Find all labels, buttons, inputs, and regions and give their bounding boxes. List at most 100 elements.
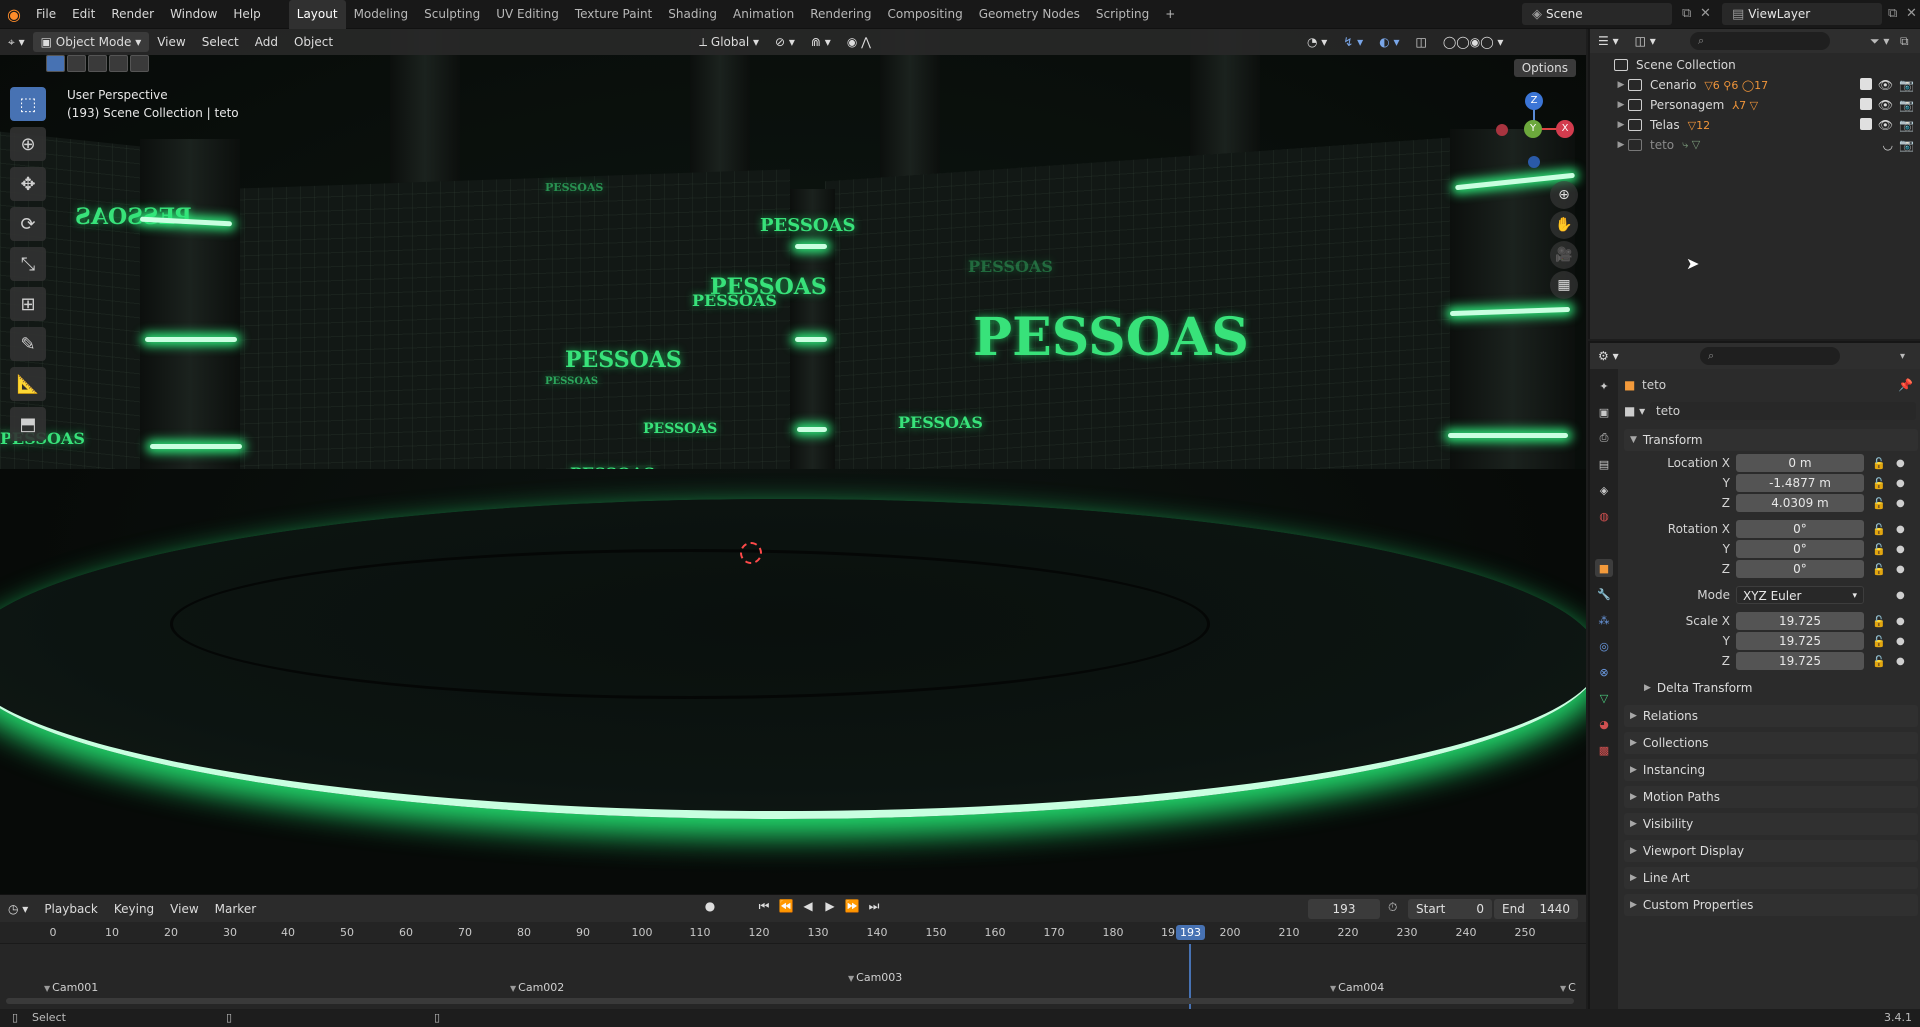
stopwatch-icon[interactable]: ⏱ — [1388, 900, 1397, 915]
3d-cursor-icon[interactable] — [740, 542, 762, 564]
motion-paths-panel-header[interactable]: ▶ Motion Paths — [1624, 786, 1918, 808]
scale-x-field[interactable]: 19.725 — [1736, 612, 1864, 630]
camera-view-icon[interactable]: 🎥 — [1550, 241, 1578, 269]
blender-logo-icon[interactable]: ◉ — [0, 0, 28, 29]
expand-arrow-icon[interactable]: ▶ — [1614, 140, 1628, 150]
visibility-icon[interactable]: ◔ ▾ — [1299, 32, 1335, 52]
menu-playback[interactable]: Playback — [36, 899, 106, 919]
axis-gizmo[interactable]: Z X Y — [1496, 92, 1574, 168]
zoom-icon[interactable]: ⊕ — [1550, 181, 1578, 209]
eye-closed-icon[interactable]: ◡ — [1883, 138, 1893, 152]
view-layer-tab-icon[interactable]: ▤ — [1595, 455, 1613, 473]
delete-scene-icon[interactable]: ✕ — [1696, 6, 1715, 21]
tab-compositing[interactable]: Compositing — [879, 0, 970, 29]
camera-icon[interactable]: 📷 — [1899, 98, 1914, 112]
axis-z-icon[interactable]: Z — [1525, 92, 1543, 110]
measure-tool-icon[interactable]: 📐 — [10, 367, 46, 401]
tab-uv-editing[interactable]: UV Editing — [488, 0, 567, 29]
jump-start-icon[interactable]: ⏮ — [754, 899, 774, 914]
keyframe-dot-icon[interactable]: ● — [1896, 656, 1905, 667]
select-new-icon[interactable] — [46, 55, 65, 72]
outliner-panel[interactable]: ☰ ▾ ◫ ▾ ⌕ ⏷ ▾ ⧉ Scene Collection ▶ Cenar… — [1588, 29, 1920, 339]
keyframe-dot-icon[interactable]: ● — [1896, 564, 1905, 575]
axis-x-icon[interactable]: X — [1556, 120, 1574, 138]
timeline-editor[interactable]: ◷ ▾ Playback Keying View Marker ● ⏮ ⏪ ◀ … — [0, 894, 1586, 1010]
menu-keying[interactable]: Keying — [106, 899, 162, 919]
camera-icon[interactable]: 📷 — [1899, 78, 1914, 92]
menu-file[interactable]: File — [28, 0, 64, 29]
outliner-search-input[interactable]: ⌕ — [1690, 32, 1830, 50]
output-tab-icon[interactable]: ⎙ — [1595, 429, 1613, 447]
tab-layout[interactable]: Layout — [288, 0, 346, 29]
options-dropdown[interactable]: Options — [1513, 59, 1576, 77]
orientation-dropdown[interactable]: ⟂ Global ▾ — [691, 32, 767, 52]
chevron-down-icon[interactable]: ▾ — [1900, 351, 1905, 362]
axis-y-icon[interactable]: Y — [1524, 120, 1542, 138]
add-cube-tool-icon[interactable]: ⬒ — [10, 407, 46, 441]
pivot-icon[interactable]: ⊘ ▾ — [767, 32, 803, 52]
rotation-z-field[interactable]: 0° — [1736, 560, 1864, 578]
timeline-ruler[interactable]: 0 10 20 30 40 50 60 70 80 90 100 110 120… — [0, 922, 1586, 944]
timeline-scrollbar[interactable] — [6, 998, 1574, 1004]
lock-icon[interactable]: 🔓 — [1872, 457, 1886, 470]
eye-icon[interactable]: 👁 — [1878, 98, 1893, 112]
texture-tab-icon[interactable]: ▩ — [1595, 741, 1613, 759]
axis-neg-x-icon[interactable] — [1496, 124, 1508, 136]
rotate-tool-icon[interactable]: ⟳ — [10, 207, 46, 241]
jump-key-back-icon[interactable]: ⏪ — [776, 899, 796, 914]
exclude-checkbox[interactable] — [1859, 118, 1872, 130]
rotation-x-field[interactable]: 0° — [1736, 520, 1864, 538]
properties-search-input[interactable]: ⌕ — [1700, 347, 1840, 365]
camera-icon[interactable]: 📷 — [1899, 118, 1914, 132]
lock-icon[interactable]: 🔓 — [1872, 523, 1886, 536]
menu-marker[interactable]: Marker — [207, 899, 264, 919]
proportional-edit-icon[interactable]: ◉ ⋀ — [839, 32, 879, 52]
new-scene-icon[interactable]: ⧉ — [1678, 6, 1695, 21]
scene-selector[interactable]: ◈ Scene — [1522, 3, 1672, 25]
menu-help[interactable]: Help — [225, 0, 268, 29]
keyframe-dot-icon[interactable]: ● — [1896, 544, 1905, 555]
select-subtract-icon[interactable] — [88, 55, 107, 72]
location-y-field[interactable]: -1.4877 m — [1736, 474, 1864, 492]
cursor-tool-icon[interactable]: ⊕ — [10, 127, 46, 161]
mode-dropdown[interactable]: ▣ Object Mode ▾ — [32, 32, 150, 52]
filter-icon[interactable]: ⏷ ▾ — [1870, 34, 1889, 49]
play-icon[interactable]: ▶ — [820, 899, 840, 914]
tab-modeling[interactable]: Modeling — [346, 0, 417, 29]
collections-panel-header[interactable]: ▶ Collections — [1624, 732, 1918, 754]
object-datablock-icon[interactable]: ■ ▾ — [1624, 404, 1645, 418]
location-z-field[interactable]: 4.0309 m — [1736, 494, 1864, 512]
keyframe-dot-icon[interactable]: ● — [1896, 458, 1905, 469]
select-intersect-icon[interactable] — [130, 55, 149, 72]
select-extend-icon[interactable] — [67, 55, 86, 72]
timeline-marker[interactable]: Cam003 — [848, 971, 902, 984]
3d-viewport[interactable]: PESSOAS PESSOAS PESSOAS PESSOAS PESSOAS … — [0, 29, 1586, 894]
eye-icon[interactable]: 👁 — [1878, 118, 1893, 132]
properties-editor-type-icon[interactable]: ⚙ ▾ — [1590, 346, 1627, 366]
tab-scripting[interactable]: Scripting — [1088, 0, 1157, 29]
tab-shading[interactable]: Shading — [660, 0, 725, 29]
move-tool-icon[interactable]: ✥ — [10, 167, 46, 201]
object-tab-icon[interactable]: ■ — [1595, 559, 1613, 577]
viewport-display-panel-header[interactable]: ▶ Viewport Display — [1624, 840, 1918, 862]
menu-timeline-view[interactable]: View — [162, 899, 206, 919]
annotate-tool-icon[interactable]: ✎ — [10, 327, 46, 361]
xray-toggle-icon[interactable]: ◫ — [1408, 32, 1435, 52]
tab-rendering[interactable]: Rendering — [802, 0, 879, 29]
pan-hand-icon[interactable]: ✋ — [1550, 211, 1578, 239]
particles-tab-icon[interactable]: ⁂ — [1595, 611, 1613, 629]
playhead-frame-label[interactable]: 193 — [1176, 925, 1205, 940]
play-reverse-icon[interactable]: ◀ — [798, 899, 818, 914]
shading-modes-icon[interactable]: ◯◯◉◯ ▾ — [1435, 32, 1512, 52]
menu-add[interactable]: Add — [247, 32, 286, 52]
expand-arrow-icon[interactable]: ▶ — [1614, 100, 1628, 110]
view-layer-selector[interactable]: ▤ ViewLayer — [1722, 3, 1882, 25]
expand-arrow-icon[interactable]: ▶ — [1614, 80, 1628, 90]
tab-texture-paint[interactable]: Texture Paint — [567, 0, 660, 29]
perspective-grid-icon[interactable]: ▦ — [1550, 271, 1578, 299]
pin-icon[interactable]: 📌 — [1898, 378, 1913, 392]
menu-render[interactable]: Render — [103, 0, 162, 29]
data-tab-icon[interactable]: ▽ — [1595, 689, 1613, 707]
add-workspace-button[interactable]: + — [1157, 0, 1183, 29]
record-icon[interactable]: ● — [700, 899, 720, 914]
